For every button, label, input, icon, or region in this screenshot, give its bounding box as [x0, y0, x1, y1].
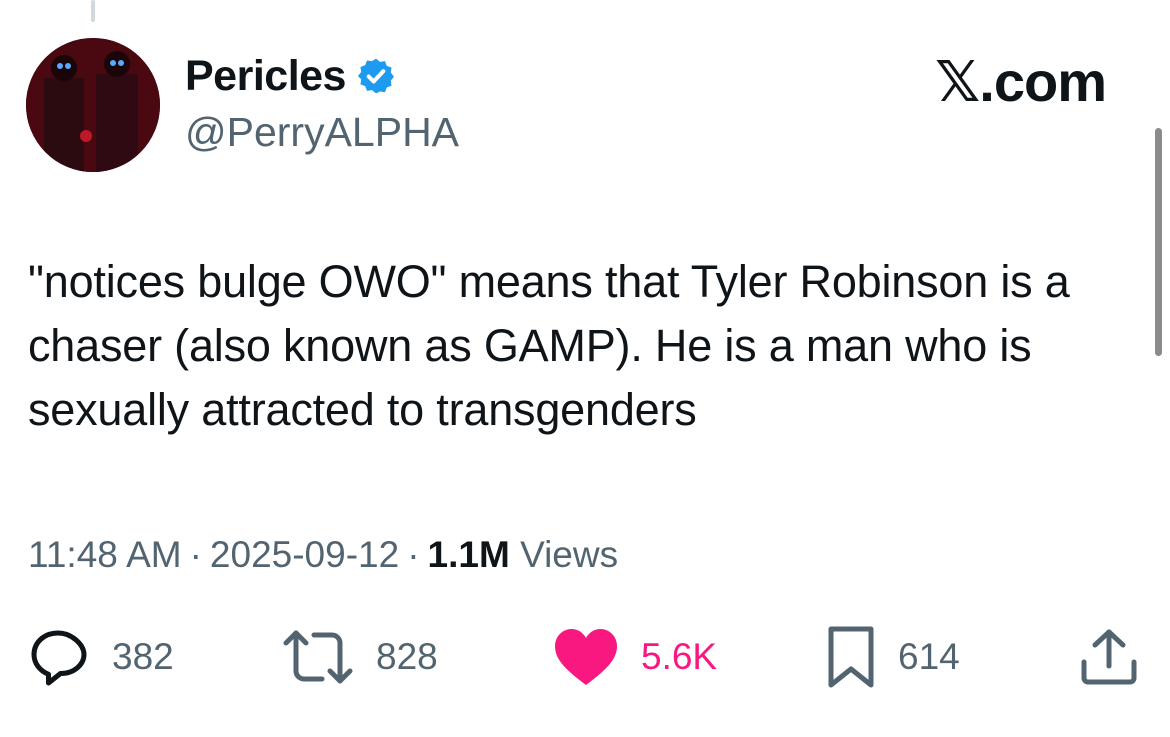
views-count: 1.1M	[427, 534, 510, 575]
share-upload-icon	[1081, 629, 1137, 685]
author-name[interactable]: Pericles	[185, 50, 346, 102]
like-count: 5.6K	[641, 636, 718, 677]
x-logo: 𝕏.com	[935, 50, 1107, 113]
scrollbar[interactable]	[1155, 128, 1162, 356]
avatar[interactable]	[26, 38, 160, 172]
thread-connector-line	[91, 0, 95, 22]
speech-bubble-icon	[31, 630, 87, 686]
author-block: Pericles @PerryALPHA	[185, 50, 459, 158]
tweet-time[interactable]: 11:48 AM	[28, 534, 182, 575]
heart-icon	[555, 629, 617, 685]
avatar-image	[26, 38, 160, 172]
author-handle[interactable]: @PerryALPHA	[185, 106, 459, 158]
bookmark-icon	[828, 626, 874, 688]
bookmark-count: 614	[898, 636, 960, 677]
action-bar: 382 828 5.6K 614	[0, 620, 1170, 700]
share-button[interactable]	[1078, 620, 1140, 694]
reply-button[interactable]: 382	[26, 620, 174, 694]
meta-separator: ·	[189, 534, 202, 575]
bookmark-button[interactable]: 614	[826, 620, 960, 694]
tweet-meta: 11:48 AM · 2025-09-12 · 1.1M Views	[28, 530, 618, 580]
views-label: Views	[520, 534, 619, 575]
repost-count: 828	[376, 636, 438, 677]
reply-count: 382	[112, 636, 174, 677]
author-name-row: Pericles	[185, 50, 459, 102]
meta-separator: ·	[407, 534, 420, 575]
tweet-text: "notices bulge OWO" means that Tyler Rob…	[28, 256, 1070, 435]
repost-button[interactable]: 828	[282, 620, 438, 694]
like-button[interactable]: 5.6K	[553, 620, 717, 694]
repost-arrows-icon	[283, 630, 353, 684]
tweet-date[interactable]: 2025-09-12	[210, 534, 399, 575]
verified-badge-icon[interactable]	[356, 56, 396, 96]
